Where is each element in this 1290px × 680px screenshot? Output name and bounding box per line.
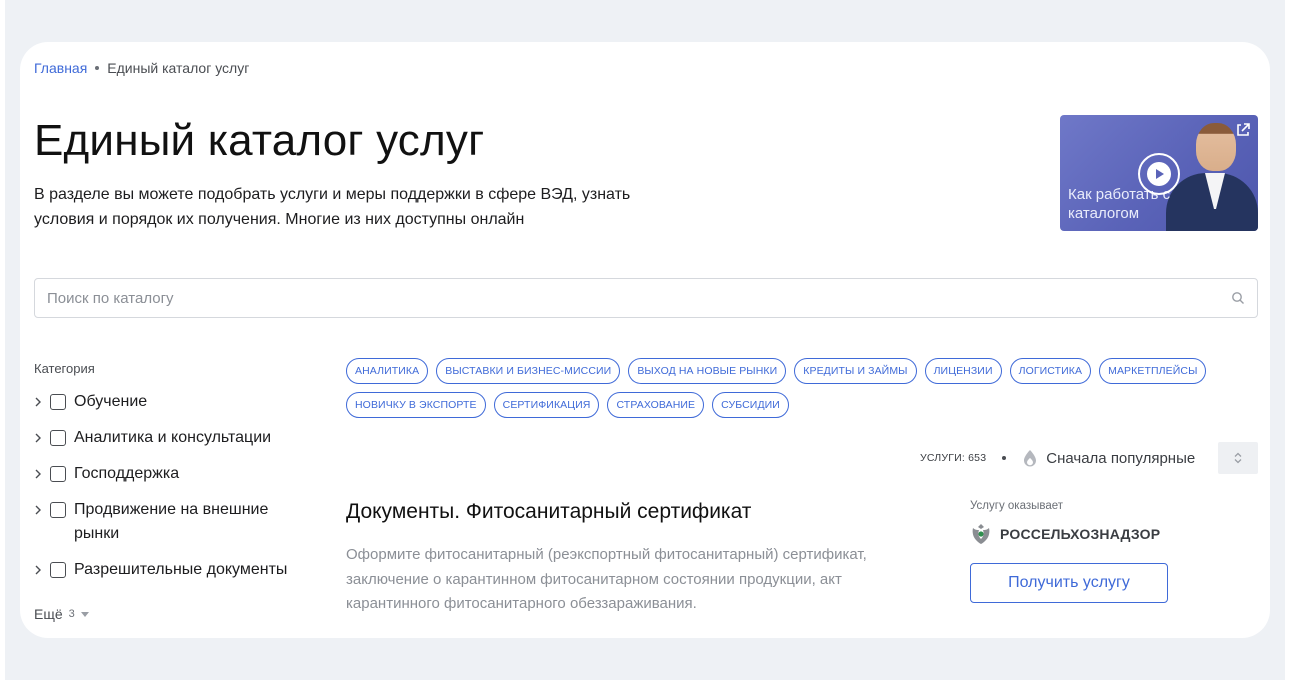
provider: РОССЕЛЬХОЗНАДЗОР (970, 522, 1160, 546)
tag-analytics[interactable]: АНАЛИТИКА (346, 358, 429, 384)
chevron-right-icon[interactable] (34, 462, 44, 486)
category-checkbox[interactable] (50, 466, 66, 482)
page-description: В разделе вы можете подобрать услуги и м… (34, 186, 631, 228)
tag-marketplaces[interactable]: МАРКЕТПЛЕЙСЫ (1099, 358, 1207, 384)
category-checkbox[interactable] (50, 430, 66, 446)
breadcrumb-current: Единый каталог услуг (107, 60, 250, 76)
services-count: УСЛУГИ: 653 (920, 452, 987, 464)
sort-arrows-icon (1234, 452, 1242, 464)
more-count: 3 (68, 608, 75, 620)
external-link-icon[interactable] (1236, 123, 1250, 137)
toolbar-separator (1002, 456, 1007, 460)
page-title: Единый каталог услуг (34, 116, 485, 165)
catalog-card: Главная Единый каталог услуг Единый ката… (20, 42, 1270, 638)
category-item-permits[interactable]: Разрешительные документы (34, 558, 324, 582)
tag-exhibitions[interactable]: ВЫСТАВКИ И БИЗНЕС-МИССИИ (436, 358, 621, 384)
provider-label: Услугу оказывает (970, 500, 1064, 512)
chevron-right-icon[interactable] (34, 390, 44, 414)
search-input[interactable] (47, 289, 1231, 307)
tag-certification[interactable]: СЕРТИФИКАЦИЯ (493, 392, 600, 418)
caret-down-icon (80, 611, 89, 617)
video-caption: Как работать с каталогом (1068, 186, 1171, 222)
presenter-head (1196, 123, 1236, 171)
tag-new-markets[interactable]: ВЫХОД НА НОВЫЕ РЫНКИ (628, 358, 787, 384)
search-box (34, 278, 1258, 318)
sort-label[interactable]: Сначала популярные (1046, 450, 1195, 467)
category-label: Разрешительные документы (74, 561, 288, 578)
tag-logistics[interactable]: ЛОГИСТИКА (1009, 358, 1092, 384)
category-item-analytics[interactable]: Аналитика и консультации (34, 426, 324, 450)
service-title[interactable]: Документы. Фитосанитарный сертификат (346, 500, 751, 524)
popularity-icon[interactable] (1022, 449, 1038, 467)
tag-filter-list: АНАЛИТИКА ВЫСТАВКИ И БИЗНЕС-МИССИИ ВЫХОД… (346, 358, 1226, 418)
tag-licenses[interactable]: ЛИЦЕНЗИИ (924, 358, 1002, 384)
chevron-right-icon[interactable] (34, 426, 44, 450)
service-description: Оформите фитосанитарный (реэкспортный фи… (346, 546, 867, 612)
category-item-promotion[interactable]: Продвижение на внешние рынки (34, 498, 324, 546)
get-service-button[interactable]: Получить услугу (970, 563, 1168, 603)
play-icon[interactable] (1138, 153, 1180, 195)
tag-insurance[interactable]: СТРАХОВАНИЕ (607, 392, 705, 418)
video-tutorial-tile[interactable]: Как работать с каталогом (1060, 115, 1258, 231)
more-label: Ещё (34, 606, 63, 622)
breadcrumb: Главная Единый каталог услуг (34, 60, 249, 76)
category-checkbox[interactable] (50, 502, 66, 518)
breadcrumb-home-link[interactable]: Главная (34, 60, 87, 76)
more-categories-toggle[interactable]: Ещё 3 (34, 606, 89, 622)
sort-order-toggle[interactable] (1218, 442, 1258, 474)
services-toolbar: УСЛУГИ: 653 Сначала популярные (920, 442, 1195, 474)
category-label: Обучение (74, 393, 148, 410)
category-title: Категория (34, 361, 95, 376)
tag-subsidies[interactable]: СУБСИДИИ (712, 392, 789, 418)
category-checkbox[interactable] (50, 562, 66, 578)
category-item-education[interactable]: Обучение (34, 390, 324, 414)
play-dot (1147, 162, 1171, 186)
chevron-right-icon[interactable] (34, 498, 44, 522)
search-icon[interactable] (1231, 291, 1245, 305)
tag-export-beginner[interactable]: НОВИЧКУ В ЭКСПОРТЕ (346, 392, 486, 418)
category-label: Продвижение на внешние рынки (74, 501, 269, 542)
provider-name: РОССЕЛЬХОЗНАДЗОР (1000, 526, 1161, 542)
breadcrumb-separator (95, 66, 100, 70)
tag-credits[interactable]: КРЕДИТЫ И ЗАЙМЫ (794, 358, 917, 384)
category-checkbox[interactable] (50, 394, 66, 410)
category-item-state-support[interactable]: Господдержка (34, 462, 324, 486)
category-list: Обучение Аналитика и консультации Господ… (34, 390, 324, 594)
emblem-icon (972, 524, 990, 544)
category-label: Господдержка (74, 465, 180, 482)
chevron-right-icon[interactable] (34, 558, 44, 582)
category-label: Аналитика и консультации (74, 429, 272, 446)
